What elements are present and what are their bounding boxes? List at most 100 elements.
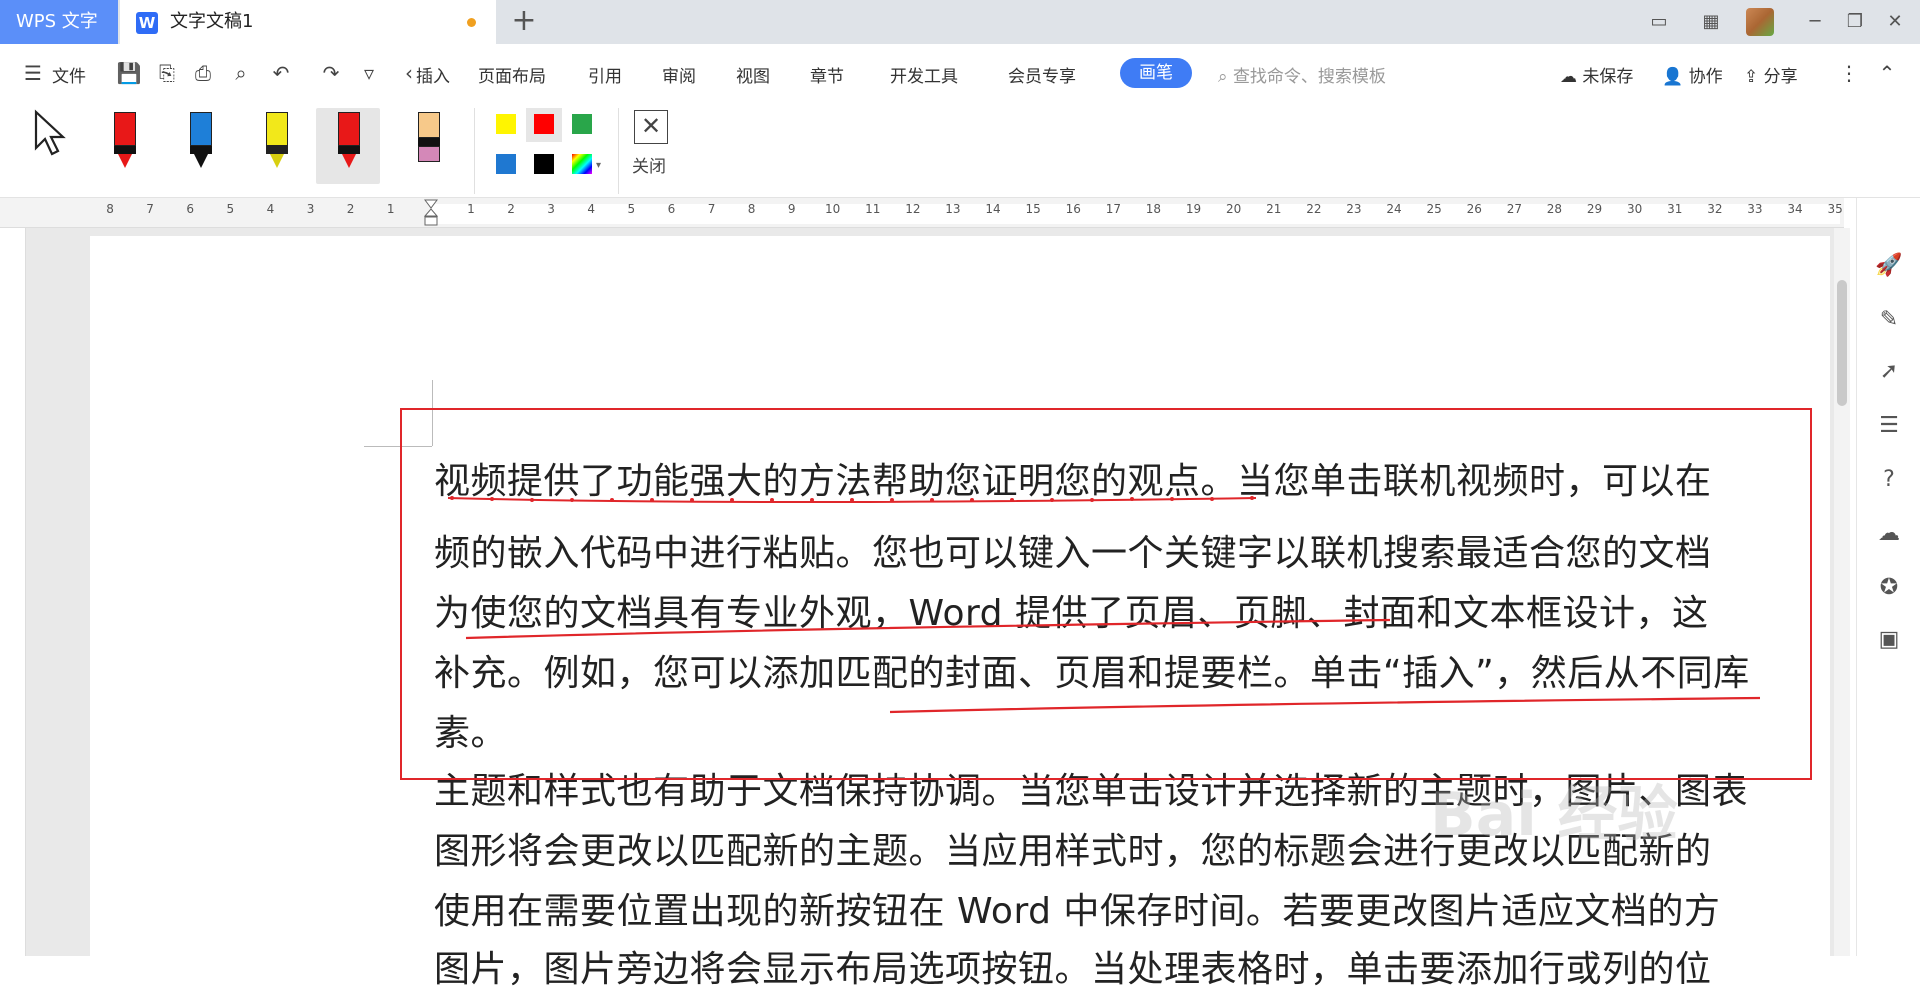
ruler-tick-label: 4 bbox=[587, 202, 596, 216]
grid-apps-icon[interactable]: ▦ bbox=[1696, 8, 1726, 36]
ruler-tick-label: 14 bbox=[985, 202, 1001, 216]
doc-line[interactable]: 使用在需要位置出现的新按钮在 Word 中保存时间。若要更改图片适应文档的方 bbox=[434, 882, 1720, 934]
right-sidebar: 🚀 ✎ ➚ ☰ ? ☁ ✪ ▣ bbox=[1856, 198, 1920, 956]
menu-member[interactable]: 会员专享 bbox=[1008, 62, 1076, 87]
search-icon: ⌕ bbox=[1218, 67, 1228, 87]
share-icon: ⇪ bbox=[1744, 67, 1759, 87]
ruler-tick-label: 15 bbox=[1025, 202, 1041, 216]
swatch-red[interactable] bbox=[534, 114, 554, 134]
vertical-scrollbar[interactable] bbox=[1834, 228, 1850, 956]
minimize-icon[interactable]: ─ bbox=[1800, 8, 1830, 36]
eraser-tool[interactable] bbox=[396, 108, 460, 184]
cloud-icon: ☁ bbox=[1560, 67, 1577, 87]
collab-button[interactable]: 👤 协作 bbox=[1662, 62, 1723, 87]
swatch-yellow[interactable] bbox=[496, 114, 516, 134]
tab-pen-active[interactable]: 画笔 bbox=[1120, 58, 1192, 88]
ruler-tick-label: 22 bbox=[1306, 202, 1322, 216]
ruler-tick-label: 20 bbox=[1226, 202, 1242, 216]
horizontal-ruler[interactable]: 8 7 6 5 4 3 2 1 1 2 3 4 5 6 7 8 9 10 11 12 13 14 15 16 17 18 19 20 2… bbox=[0, 198, 1844, 228]
more-icon[interactable]: ⋮ bbox=[1836, 60, 1862, 86]
quick-access-dropdown-icon[interactable]: ▿ bbox=[356, 60, 382, 86]
menu-developer[interactable]: 开发工具 bbox=[890, 62, 958, 87]
rocket-icon[interactable]: 🚀 bbox=[1875, 252, 1903, 280]
app-tab-wps[interactable]: WPS 文字 bbox=[0, 0, 118, 44]
cloud-sync-icon[interactable]: ☁ bbox=[1875, 520, 1903, 548]
settings-sliders-icon[interactable]: ☰ bbox=[1875, 412, 1903, 440]
ink-rectangle bbox=[400, 408, 1812, 780]
swatch-custom-color[interactable] bbox=[572, 154, 592, 174]
doc-line[interactable]: 图片，图片旁边将会显示布局选项按钮。当处理表格时，单击要添加行或列的位 bbox=[434, 940, 1712, 992]
pen-red[interactable] bbox=[92, 108, 156, 184]
ruler-tick-label: 31 bbox=[1667, 202, 1683, 216]
ruler-tick-label: 35 bbox=[1827, 202, 1843, 216]
select-cursor-icon[interactable] bbox=[30, 108, 70, 164]
swatch-green[interactable] bbox=[572, 114, 592, 134]
close-pen-icon[interactable]: ✕ bbox=[634, 110, 668, 144]
save-icon[interactable]: 💾 bbox=[116, 60, 142, 86]
close-window-icon[interactable]: ✕ bbox=[1880, 8, 1910, 36]
reading-mode-icon[interactable]: ▭ bbox=[1644, 8, 1674, 36]
print-preview-icon[interactable]: ⌕ bbox=[228, 60, 254, 86]
menu-references[interactable]: 引用 bbox=[588, 62, 622, 87]
avatar[interactable] bbox=[1746, 8, 1774, 36]
unsaved-label: 未保存 bbox=[1582, 67, 1634, 87]
menu-chapter[interactable]: 章节 bbox=[810, 62, 844, 87]
highlighter-yellow[interactable] bbox=[244, 108, 308, 184]
menu-file[interactable]: 文件 bbox=[52, 62, 86, 87]
ruler-tick-label: 33 bbox=[1747, 202, 1763, 216]
ruler-tick-label: 13 bbox=[945, 202, 961, 216]
indent-marker-icon[interactable] bbox=[424, 198, 438, 228]
vertical-ruler[interactable] bbox=[0, 228, 26, 956]
undo-icon[interactable]: ↶ bbox=[268, 60, 294, 86]
redo-icon[interactable]: ↷ bbox=[318, 60, 344, 86]
ruler-tick-label: 34 bbox=[1787, 202, 1803, 216]
new-tab-button[interactable]: + bbox=[508, 6, 540, 38]
menu-insert[interactable]: 插入 bbox=[416, 62, 450, 87]
ruler-tick-label: 6 bbox=[186, 202, 195, 216]
swatch-blue[interactable] bbox=[496, 154, 516, 174]
scrollbar-thumb[interactable] bbox=[1837, 280, 1847, 406]
compass-icon[interactable]: ✪ bbox=[1875, 574, 1903, 602]
ruler-tick-label: 3 bbox=[306, 202, 315, 216]
title-bar: WPS 文字 W 文字文稿1 + ▭ ▦ ─ ❐ ✕ bbox=[0, 0, 1920, 44]
swatch-black[interactable] bbox=[534, 154, 554, 174]
divider bbox=[618, 108, 619, 194]
document-tab[interactable]: W 文字文稿1 bbox=[120, 0, 496, 44]
ruler-tick-label: 7 bbox=[146, 202, 154, 216]
ruler-tick-label: 8 bbox=[747, 202, 756, 216]
ruler-tick-label: 32 bbox=[1707, 202, 1723, 216]
menu-page-layout[interactable]: 页面布局 bbox=[478, 62, 546, 87]
ruler-tick-label: 1 bbox=[386, 202, 395, 216]
export-icon[interactable]: ⎘ bbox=[154, 60, 180, 86]
close-pen-label[interactable]: 关闭 bbox=[632, 152, 666, 177]
ruler-tick-label: 19 bbox=[1185, 202, 1202, 216]
command-search[interactable]: ⌕ 查找命令、搜索模板 bbox=[1218, 62, 1386, 87]
ruler-tick-label: 4 bbox=[266, 202, 275, 216]
share-button[interactable]: ⇪ 分享 bbox=[1744, 62, 1798, 87]
menu-bar: ☰ 文件 💾 ⎘ ⎙ ⌕ ↶ ↷ ▿ ‹ 插入 页面布局 引用 审阅 视图 章节… bbox=[0, 44, 1920, 102]
pen-toolbar: ▾ ✕ 关闭 bbox=[0, 102, 1920, 198]
watermark: Bai 经验 bbox=[1430, 780, 1678, 850]
menu-review[interactable]: 审阅 bbox=[662, 62, 696, 87]
print-icon[interactable]: ⎙ bbox=[190, 60, 216, 86]
unsaved-dot-icon bbox=[467, 18, 476, 27]
menu-view[interactable]: 视图 bbox=[736, 62, 770, 87]
color-dropdown-icon[interactable]: ▾ bbox=[596, 160, 601, 171]
pen-blue[interactable] bbox=[168, 108, 232, 184]
search-input[interactable]: 查找命令、搜索模板 bbox=[1233, 67, 1386, 87]
wps-writer-icon: W bbox=[136, 12, 158, 34]
restore-icon[interactable]: ❐ bbox=[1840, 8, 1870, 36]
help-icon[interactable]: ? bbox=[1875, 466, 1903, 494]
ruler-tick-label: 26 bbox=[1466, 202, 1482, 216]
select-arrow-icon[interactable]: ➚ bbox=[1875, 358, 1903, 386]
unsaved-status[interactable]: ☁ 未保存 bbox=[1560, 62, 1633, 87]
share-label: 分享 bbox=[1763, 67, 1798, 87]
pen-edit-icon[interactable]: ✎ bbox=[1875, 306, 1903, 334]
book-icon[interactable]: ▣ bbox=[1875, 626, 1903, 654]
ruler-tick-label: 9 bbox=[787, 202, 796, 216]
ruler-tick-label: 11 bbox=[865, 202, 881, 216]
ruler-tick-label: 12 bbox=[905, 202, 921, 216]
hamburger-icon[interactable]: ☰ bbox=[20, 60, 46, 86]
pen-red-selected[interactable] bbox=[316, 108, 380, 184]
collapse-ribbon-icon[interactable]: ⌃ bbox=[1874, 60, 1900, 86]
